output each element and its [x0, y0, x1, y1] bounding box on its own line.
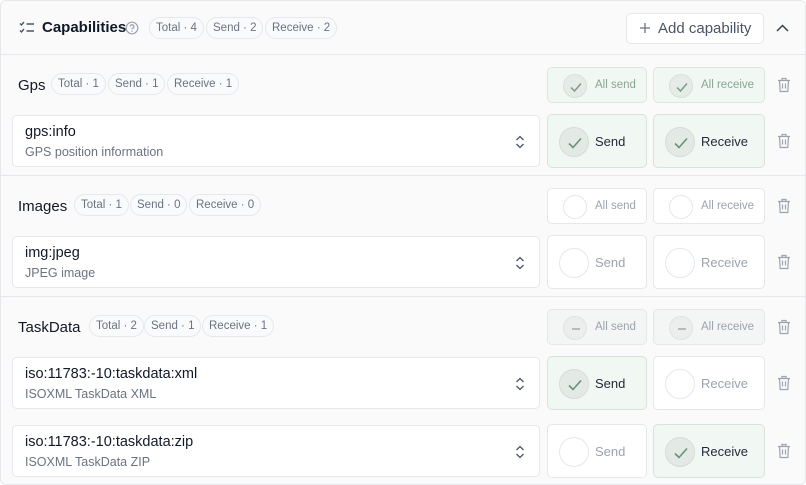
- check-icon: [563, 74, 587, 98]
- unchecked-circle-icon: [665, 369, 695, 399]
- receive-count-badge: Receive · 1: [167, 73, 240, 95]
- send-label: Send: [595, 444, 626, 459]
- chevron-up-down-icon: [516, 135, 524, 149]
- send-label: Send: [595, 134, 626, 149]
- capabilities-panel: Capabilities Total · 4 Send · 2 Receive …: [0, 0, 806, 485]
- capability-select[interactable]: iso:11783:-10:taskdata:zip ISOXML TaskDa…: [12, 425, 540, 477]
- capability-select[interactable]: iso:11783:-10:taskdata:xml ISOXML TaskDa…: [12, 357, 540, 409]
- group-taskdata: TaskData Total · 2 Send · 1 Receive · 1 …: [1, 297, 805, 484]
- capability-description: ISOXML TaskData ZIP: [25, 455, 151, 469]
- capability-value: iso:11783:-10:taskdata:xml: [25, 366, 198, 382]
- capability-value: gps:info: [25, 124, 76, 140]
- all-receive-toggle[interactable]: All receive: [653, 67, 765, 103]
- trash-icon[interactable]: [777, 375, 791, 391]
- chevron-up-down-icon: [516, 377, 524, 391]
- send-count-badge: Send · 2: [206, 17, 264, 39]
- unchecked-circle-icon: [559, 248, 589, 278]
- receive-toggle[interactable]: Receive: [653, 235, 765, 289]
- send-label: Send: [595, 255, 626, 270]
- group-images: Images Total · 1 Send · 0 Receive · 0 Al…: [1, 176, 805, 297]
- capability-value: iso:11783:-10:taskdata:zip: [25, 434, 194, 450]
- all-send-toggle[interactable]: All send: [547, 309, 647, 345]
- trash-icon[interactable]: [777, 319, 791, 335]
- receive-label: Receive: [701, 376, 748, 391]
- all-receive-toggle[interactable]: All receive: [653, 188, 765, 224]
- all-receive-label: All receive: [701, 200, 755, 212]
- send-count-badge: Send · 1: [144, 315, 202, 337]
- total-count-badge: Total · 2: [89, 315, 144, 337]
- all-receive-toggle[interactable]: All receive: [653, 309, 765, 345]
- check-icon: [559, 127, 589, 157]
- unchecked-circle-icon: [669, 195, 693, 219]
- send-toggle[interactable]: Send: [547, 114, 647, 168]
- capability-description: GPS position information: [25, 145, 164, 159]
- trash-icon[interactable]: [777, 254, 791, 270]
- capability-value: img:jpeg: [25, 245, 80, 261]
- check-icon: [665, 437, 695, 467]
- trash-icon[interactable]: [777, 133, 791, 149]
- receive-count-badge: Receive · 2: [265, 17, 338, 39]
- minus-icon: [563, 316, 587, 340]
- chevron-up-down-icon: [516, 445, 524, 459]
- send-label: Send: [595, 376, 626, 391]
- receive-toggle[interactable]: Receive: [653, 114, 765, 168]
- receive-count-badge: Receive · 0: [189, 194, 262, 216]
- chevron-up-down-icon: [516, 256, 524, 270]
- send-count-badge: Send · 0: [130, 194, 188, 216]
- unchecked-circle-icon: [559, 437, 589, 467]
- group-gps: Gps Total · 1 Send · 1 Receive · 1 All s…: [1, 55, 805, 176]
- receive-label: Receive: [701, 134, 748, 149]
- send-toggle[interactable]: Send: [547, 356, 647, 410]
- check-icon: [665, 127, 695, 157]
- capability-select[interactable]: gps:info GPS position information: [12, 115, 540, 167]
- trash-icon[interactable]: [777, 443, 791, 459]
- check-icon: [669, 74, 693, 98]
- receive-toggle[interactable]: Receive: [653, 356, 765, 410]
- minus-icon: [669, 316, 693, 340]
- add-capability-button[interactable]: Add capability: [626, 13, 764, 44]
- unchecked-circle-icon: [665, 248, 695, 278]
- capability-description: ISOXML TaskData XML: [25, 387, 157, 401]
- receive-toggle[interactable]: Receive: [653, 424, 765, 478]
- all-send-label: All send: [595, 200, 636, 212]
- send-toggle[interactable]: Send: [547, 235, 647, 289]
- all-send-label: All send: [595, 79, 636, 91]
- receive-label: Receive: [701, 255, 748, 270]
- all-send-toggle[interactable]: All send: [547, 188, 647, 224]
- capability-select[interactable]: img:jpeg JPEG image: [12, 236, 540, 288]
- all-receive-label: All receive: [701, 79, 755, 91]
- total-count-badge: Total · 4: [149, 17, 204, 39]
- all-send-label: All send: [595, 321, 636, 333]
- receive-label: Receive: [701, 444, 748, 459]
- trash-icon[interactable]: [777, 77, 791, 93]
- add-capability-label: Add capability: [658, 20, 752, 37]
- plus-icon: [640, 23, 650, 33]
- group-name: TaskData: [18, 319, 81, 336]
- capabilities-header: Capabilities Total · 4 Send · 2 Receive …: [1, 1, 805, 55]
- page-title: Capabilities: [42, 19, 127, 36]
- total-count-badge: Total · 1: [74, 194, 129, 216]
- all-receive-label: All receive: [701, 321, 755, 333]
- all-send-toggle[interactable]: All send: [547, 67, 647, 103]
- trash-icon[interactable]: [777, 198, 791, 214]
- checklist-icon: [19, 21, 34, 34]
- send-count-badge: Send · 1: [108, 73, 166, 95]
- chevron-up-icon[interactable]: [767, 13, 798, 44]
- unchecked-circle-icon: [563, 195, 587, 219]
- question-circle-icon[interactable]: [125, 21, 139, 35]
- check-icon: [559, 369, 589, 399]
- capability-description: JPEG image: [25, 266, 96, 280]
- receive-count-badge: Receive · 1: [202, 315, 275, 337]
- group-name: Images: [18, 198, 68, 215]
- send-toggle[interactable]: Send: [547, 424, 647, 478]
- group-name: Gps: [18, 77, 46, 94]
- total-count-badge: Total · 1: [51, 73, 106, 95]
